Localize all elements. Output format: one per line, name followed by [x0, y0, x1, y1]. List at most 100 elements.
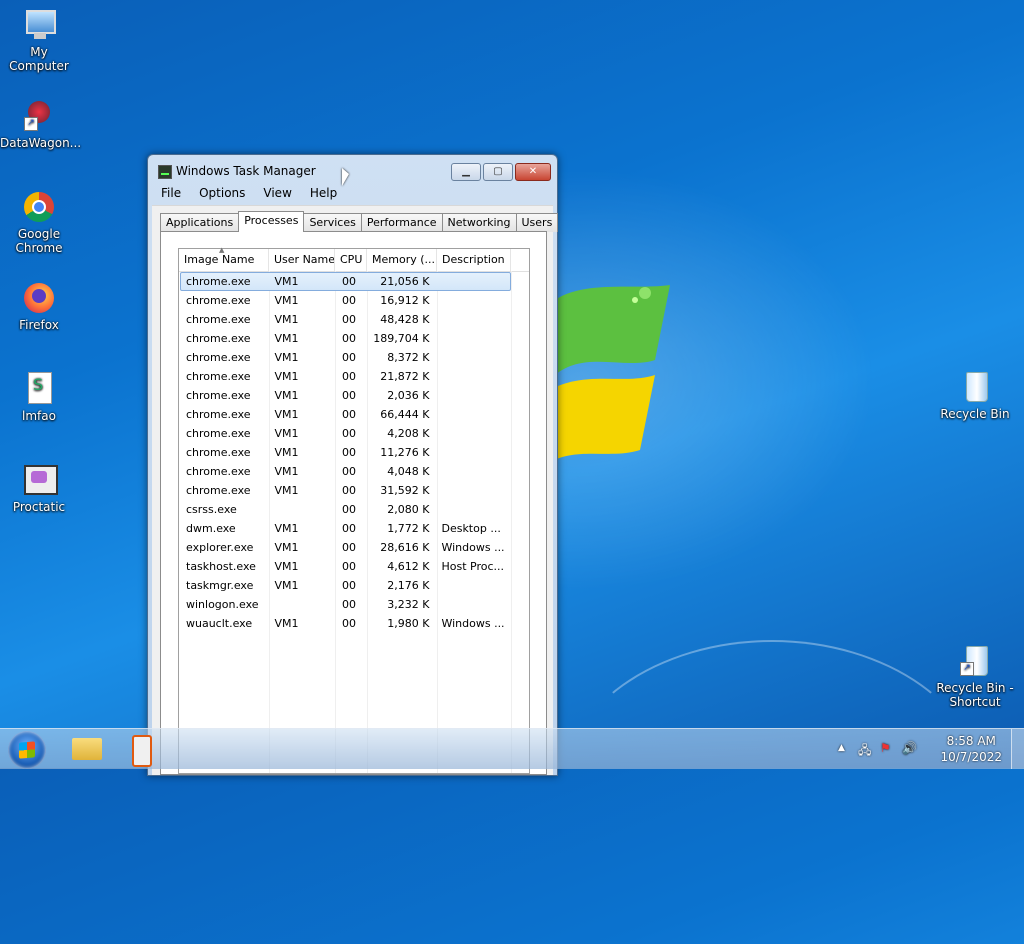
task-manager-window[interactable]: Windows Task Manager ▁ ▢ ✕ File Options …: [147, 154, 559, 776]
cell-user-name: VM1: [274, 484, 299, 497]
table-row[interactable]: dwm.exe VM1 00 1,772 K Desktop ...: [180, 519, 511, 538]
cell-image-name: winlogon.exe: [186, 598, 259, 611]
window-title: Windows Task Manager: [176, 164, 316, 178]
desktop-icon-label: Proctatic: [12, 500, 66, 514]
script-file-icon: S: [22, 372, 56, 406]
table-row[interactable]: chrome.exe VM1 00 31,592 K: [180, 481, 511, 500]
process-list[interactable]: ▲ Image Name User Name CPU Memory (... D…: [178, 246, 530, 774]
desktop-icon-recycle-bin-shortcut[interactable]: ↗ Recycle Bin - Shortcut: [936, 644, 1014, 709]
show-hidden-icons-arrow[interactable]: ▲: [838, 743, 845, 753]
cell-image-name: explorer.exe: [186, 541, 254, 554]
minimize-button[interactable]: ▁: [451, 163, 481, 181]
table-row[interactable]: chrome.exe VM1 00 21,872 K: [180, 367, 511, 386]
desktop-icon-proctatic[interactable]: Proctatic: [0, 463, 78, 514]
table-row[interactable]: chrome.exe VM1 00 66,444 K: [180, 405, 511, 424]
table-row[interactable]: winlogon.exe 00 3,232 K: [180, 595, 511, 614]
volume-icon[interactable]: 🔊: [902, 741, 917, 755]
menu-help[interactable]: Help: [301, 184, 346, 203]
clock[interactable]: 8:58 AM 10/7/2022: [940, 733, 1002, 765]
cell-memory: 1,772 K: [387, 522, 430, 535]
taskbar-explorer-button[interactable]: [66, 732, 108, 766]
network-icon[interactable]: 🖧: [858, 741, 871, 762]
close-button[interactable]: ✕: [515, 163, 551, 181]
start-button[interactable]: [8, 731, 46, 769]
cell-description: Host Proc...: [441, 560, 504, 573]
column-cpu[interactable]: CPU: [335, 249, 367, 271]
wallpaper-swirl: [560, 640, 984, 944]
column-description[interactable]: Description: [437, 249, 511, 271]
menu-options[interactable]: Options: [190, 184, 254, 203]
table-row[interactable]: chrome.exe VM1 00 21,056 K: [180, 272, 511, 291]
table-row[interactable]: chrome.exe VM1 00 189,704 K: [180, 329, 511, 348]
action-center-flag-icon[interactable]: ⚑: [880, 741, 891, 755]
cell-memory: 16,912 K: [380, 294, 430, 307]
chrome-icon: [22, 190, 56, 224]
menu-file[interactable]: File: [152, 184, 190, 203]
tab-processes[interactable]: Processes: [238, 211, 305, 232]
tab-services[interactable]: Services: [303, 213, 362, 232]
desktop-icon-firefox[interactable]: Firefox: [0, 281, 78, 332]
desktop-icon-my-computer[interactable]: My Computer: [0, 8, 78, 73]
cell-user-name: VM1: [274, 446, 299, 459]
cell-cpu: 00: [342, 351, 357, 364]
table-row[interactable]: chrome.exe VM1 00 4,208 K: [180, 424, 511, 443]
cell-image-name: dwm.exe: [186, 522, 236, 535]
cell-cpu: 00: [342, 617, 357, 630]
cell-image-name: chrome.exe: [186, 313, 251, 326]
show-desktop-button[interactable]: [1011, 729, 1024, 769]
tab-users[interactable]: Users: [515, 213, 559, 232]
cell-image-name: chrome.exe: [186, 389, 251, 402]
table-row[interactable]: chrome.exe VM1 00 48,428 K: [180, 310, 511, 329]
tab-applications[interactable]: Applications: [160, 213, 240, 232]
maximize-button[interactable]: ▢: [483, 163, 513, 181]
tab-networking[interactable]: Networking: [441, 213, 517, 232]
cell-cpu: 00: [342, 332, 357, 345]
cell-memory: 1,980 K: [387, 617, 430, 630]
table-row[interactable]: taskhost.exe VM1 00 4,612 K Host Proc...: [180, 557, 511, 576]
cell-memory: 189,704 K: [373, 332, 430, 345]
taskbar-app-button[interactable]: [132, 735, 152, 767]
cell-description: [436, 406, 510, 423]
table-row[interactable]: chrome.exe VM1 00 8,372 K: [180, 348, 511, 367]
maximize-icon: ▢: [493, 166, 503, 177]
folder-icon: [72, 738, 102, 760]
table-row[interactable]: chrome.exe VM1 00 16,912 K: [180, 291, 511, 310]
cell-description: [436, 577, 510, 594]
cell-user-name: VM1: [274, 389, 299, 402]
menu-view[interactable]: View: [254, 184, 300, 203]
column-memory[interactable]: Memory (...: [367, 249, 437, 271]
cell-image-name: chrome.exe: [186, 484, 251, 497]
column-user-name[interactable]: User Name: [269, 249, 335, 271]
table-row[interactable]: chrome.exe VM1 00 2,036 K: [180, 386, 511, 405]
cell-image-name: chrome.exe: [186, 427, 251, 440]
cell-cpu: 00: [342, 484, 357, 497]
cell-description: [436, 292, 510, 309]
desktop-icon-lmfao[interactable]: Slmfao: [0, 372, 78, 423]
cell-image-name: chrome.exe: [186, 275, 251, 288]
desktop-icon-label: My Computer: [9, 45, 69, 73]
proctatic-icon: [22, 463, 58, 497]
desktop-icon-recycle-bin[interactable]: Recycle Bin: [936, 370, 1014, 421]
cell-user-name: VM1: [274, 579, 299, 592]
task-manager-client: Applications Processes Services Performa…: [152, 205, 559, 775]
cell-user-name: VM1: [274, 294, 299, 307]
cell-cpu: 00: [342, 275, 357, 288]
cell-cpu: 00: [342, 389, 357, 402]
tab-performance[interactable]: Performance: [360, 213, 443, 232]
cell-user-name: VM1: [274, 560, 299, 573]
table-row[interactable]: chrome.exe VM1 00 11,276 K: [180, 443, 511, 462]
table-row[interactable]: taskmgr.exe VM1 00 2,176 K: [180, 576, 511, 595]
desktop-icon-google-chrome[interactable]: Google Chrome: [0, 190, 78, 255]
table-row[interactable]: chrome.exe VM1 00 4,048 K: [180, 462, 511, 481]
windows-logo-wallpaper: [545, 285, 670, 465]
cell-user-name: VM1: [274, 408, 299, 421]
cell-cpu: 00: [342, 541, 357, 554]
desktop-icon-datawagon[interactable]: ↗ DataWagon...: [0, 99, 81, 150]
table-row[interactable]: csrss.exe 00 2,080 K: [180, 500, 511, 519]
table-row[interactable]: wuauclt.exe VM1 00 1,980 K Windows ...: [180, 614, 511, 633]
table-row[interactable]: explorer.exe VM1 00 28,616 K Windows ...: [180, 538, 511, 557]
taskbar: ▲ 🖧 ⚑ 🔊 8:58 AM 10/7/2022: [0, 728, 1024, 769]
cell-description: [436, 444, 510, 461]
tab-strip: Applications Processes Services Performa…: [160, 211, 559, 232]
cell-image-name: chrome.exe: [186, 294, 251, 307]
